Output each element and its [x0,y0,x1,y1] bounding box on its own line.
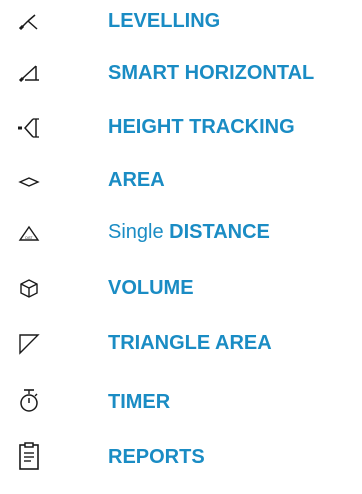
menu-item-height-tracking[interactable]: HEIGHT TRACKING [0,107,362,147]
menu-item-levelling[interactable]: LEVELLING [0,1,362,41]
menu-item-label: SMART HORIZONTAL [108,62,315,84]
menu-item-label: HEIGHT TRACKING [108,116,295,138]
menu-item-label: AREA [108,169,165,191]
menu-item-reports[interactable]: REPORTS [0,437,362,477]
dist-badge-text: DIST [25,236,32,240]
reports-icon [16,439,42,475]
volume-icon [16,270,42,306]
menu-item-area[interactable]: AREA [0,160,362,200]
menu-item-label: VOLUME [108,277,194,299]
menu-item-label: Single DISTANCE [108,221,270,243]
menu-item-single-distance[interactable]: DIST Single DISTANCE [0,212,362,252]
measurement-menu: LEVELLING SMART HORIZONTAL HEIGHT TRACKI… [0,0,362,494]
smart-horizontal-icon [16,55,42,91]
menu-item-timer[interactable]: TIMER [0,382,362,422]
menu-item-volume[interactable]: VOLUME [0,268,362,308]
area-icon [16,162,42,198]
timer-icon [16,384,42,420]
menu-item-label: LEVELLING [108,10,221,32]
menu-item-label: TIMER [108,391,171,413]
menu-item-label: REPORTS [108,446,205,468]
menu-item-label: TRIANGLE AREA [108,332,272,354]
triangle-area-icon [16,325,42,361]
menu-item-triangle-area[interactable]: TRIANGLE AREA [0,323,362,363]
menu-item-smart-horizontal[interactable]: SMART HORIZONTAL [0,53,362,93]
single-distance-icon: DIST [16,214,42,250]
height-tracking-icon [16,109,42,145]
levelling-icon [16,3,42,39]
